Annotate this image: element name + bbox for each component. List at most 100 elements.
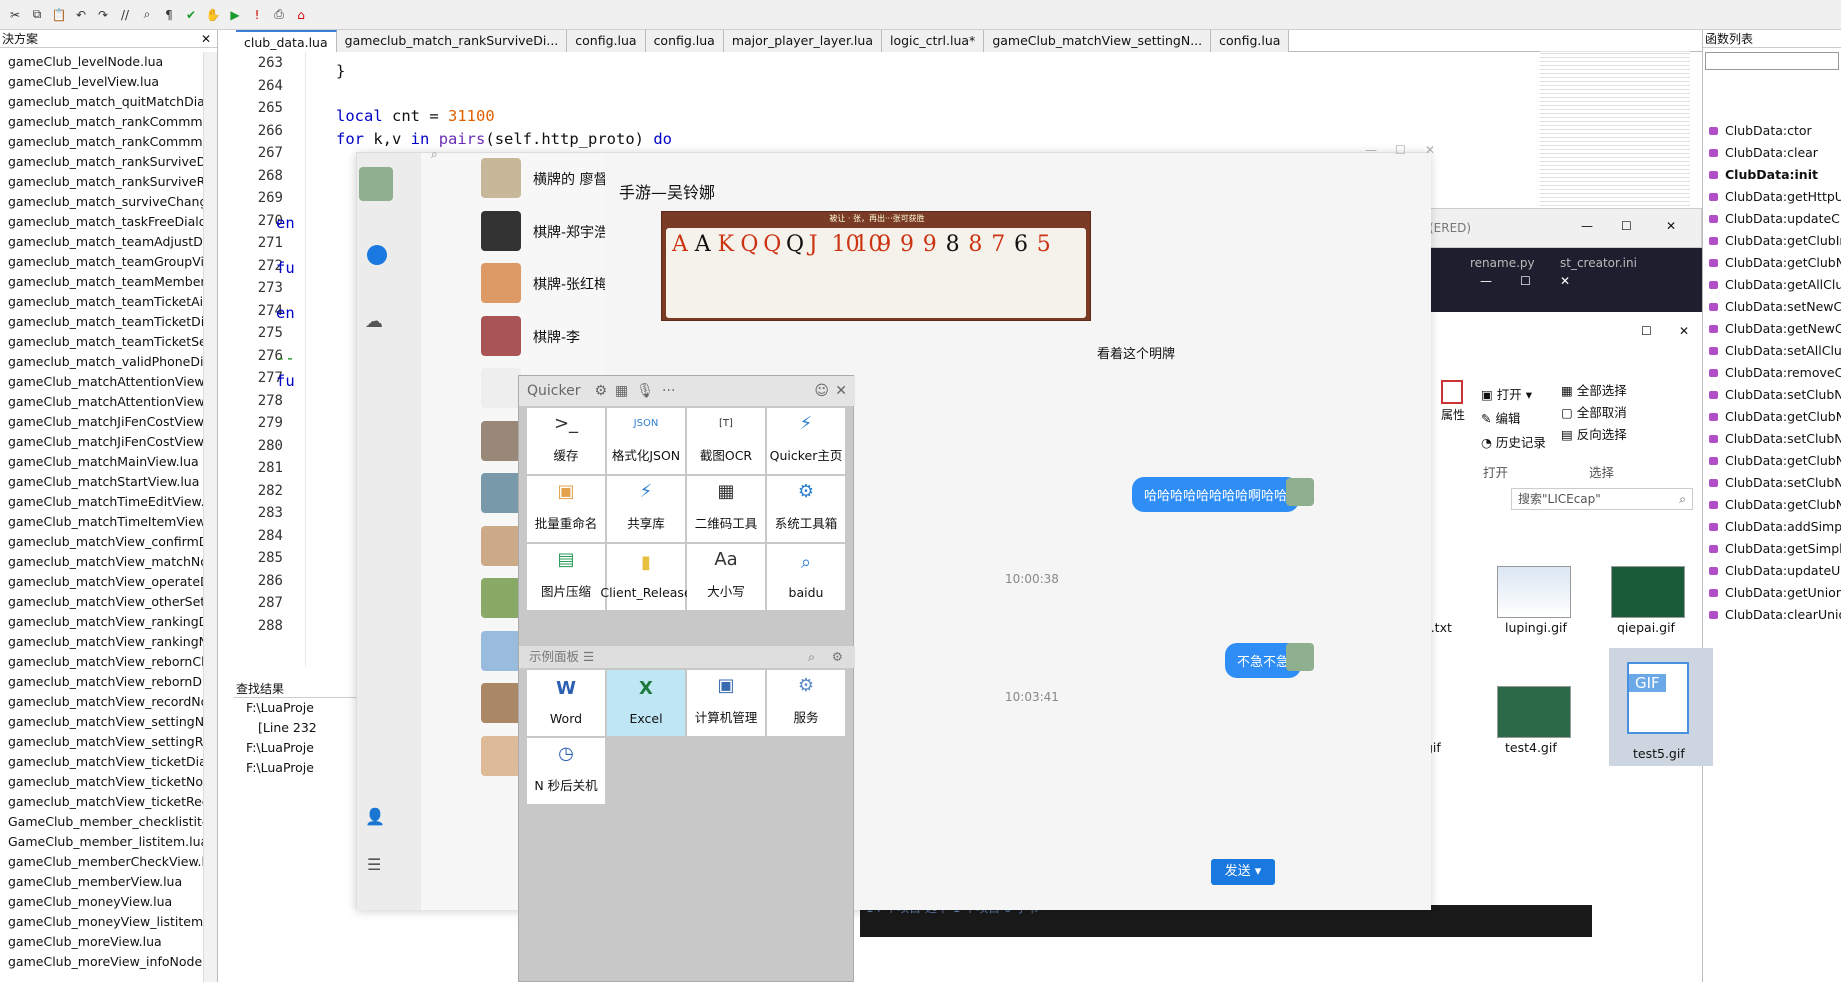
function-item[interactable]: ClubData:setClubNo xyxy=(1703,384,1841,406)
settings-icon[interactable]: ⚙ xyxy=(832,646,843,668)
minimize-icon[interactable]: — xyxy=(1581,219,1593,233)
minimize-icon[interactable]: — xyxy=(1365,143,1377,157)
search-input[interactable]: 搜索"LICEcap" ⌕ xyxy=(1511,488,1693,510)
function-item[interactable]: ClubData:getClubNo xyxy=(1703,406,1841,428)
file-item[interactable]: gameClub_memberCheckView.lua xyxy=(0,852,214,872)
select-all-button[interactable]: ▦ 全部选择 xyxy=(1561,380,1627,399)
gear-icon[interactable]: ⚙ xyxy=(594,383,607,399)
file-item[interactable]: gameclub_matchView_settingRecor xyxy=(0,732,214,752)
quicker-action[interactable]: ⚙ 服务 xyxy=(767,670,845,736)
file-item[interactable]: gameclub_match_teamAdjustDialog xyxy=(0,232,214,252)
send-button[interactable]: 发送 ▾ xyxy=(1211,859,1275,885)
code-minimap[interactable] xyxy=(1540,50,1690,210)
editor-tab[interactable]: config.lua xyxy=(1211,30,1290,52)
file-item[interactable]: gameClub_moneyView.lua xyxy=(0,892,214,912)
function-item[interactable]: ClubData:setNewClu xyxy=(1703,296,1841,318)
select-none-button[interactable]: ▢ 全部取消 xyxy=(1561,402,1627,421)
file-item[interactable]: gameClub_memberView.lua xyxy=(0,872,214,892)
file-thumbnail[interactable] xyxy=(1611,566,1685,618)
user-icon[interactable]: ☺ xyxy=(814,383,829,399)
editor-tab[interactable]: config.lua xyxy=(567,30,646,52)
function-item[interactable]: ClubData:setAllClubI xyxy=(1703,340,1841,362)
editor-tab[interactable]: config.lua xyxy=(645,30,724,52)
editor-tab[interactable]: logic_ctrl.lua* xyxy=(881,30,985,52)
maximize-icon[interactable]: ☐ xyxy=(1621,219,1632,233)
file-item[interactable]: gameClub_matchTimeEditView.lua xyxy=(0,492,214,512)
game-screenshot[interactable]: 被让 · 张，再出···张可获胜 A A K Q Q Q J 10 10 9 9 9 8 8 7 6 5 xyxy=(661,211,1091,321)
check-icon[interactable]: ✔ xyxy=(182,6,200,24)
function-item[interactable]: ClubData:getClubNo xyxy=(1703,450,1841,472)
file-item[interactable]: gameclub_match_rankCommmitVie xyxy=(0,132,214,152)
file-item[interactable]: gameclub_match_teamTicketDialog xyxy=(0,312,214,332)
file-item[interactable]: gameclub_match_rankCommmitDia xyxy=(0,112,214,132)
print-icon[interactable]: ⎙ xyxy=(270,6,288,24)
message-bubble[interactable]: 哈哈哈哈哈哈哈哈啊哈哈 xyxy=(1132,477,1300,512)
file-item[interactable]: gameclub_match_teamGroupView.lu xyxy=(0,252,214,272)
file-item[interactable]: gameclub_match_rankSurviveDialog xyxy=(0,152,214,172)
avatar[interactable] xyxy=(359,167,393,201)
avatar[interactable] xyxy=(1286,643,1314,671)
invert-selection-button[interactable]: ▤ 反向选择 xyxy=(1561,424,1627,443)
quicker-action[interactable]: ⚡ 共享库 xyxy=(607,476,685,542)
quicker-action[interactable]: [T] 截图OCR xyxy=(687,408,765,474)
file-item[interactable]: GameClub_member_checklistitem.lu xyxy=(0,812,214,832)
file-item[interactable]: gameclub_matchView_confirmDialo xyxy=(0,532,214,552)
contacts-icon[interactable]: 👤 xyxy=(365,807,385,826)
editor-tab[interactable]: club_data.lua xyxy=(236,30,337,52)
file-item[interactable]: gameclub_matchView_operateDialc xyxy=(0,572,214,592)
file-item[interactable]: gameClub_levelNode.lua xyxy=(0,52,214,72)
file-item[interactable]: gameClub_matchMainView.lua xyxy=(0,452,214,472)
function-item[interactable]: ClubData:init xyxy=(1703,164,1841,186)
quicker-action[interactable]: X Excel xyxy=(607,670,685,736)
file-item[interactable]: gameclub_match_teamMemberView xyxy=(0,272,214,292)
file-item[interactable]: gameclub_match_rankSurviveRecor xyxy=(0,172,214,192)
qr-icon[interactable]: ▦ xyxy=(615,383,628,399)
more-icon[interactable]: ··· xyxy=(662,383,675,399)
message-icon[interactable] xyxy=(367,245,387,265)
file-item[interactable]: gameclub_matchView_ticketNode.lu xyxy=(0,772,214,792)
file-item[interactable]: gameClub_matchJiFenCostView.lua xyxy=(0,412,214,432)
file-name[interactable]: test4.gif xyxy=(1505,740,1557,755)
open-button[interactable]: ▣ 打开 ▾ xyxy=(1481,384,1532,403)
stop-icon[interactable]: ! xyxy=(248,6,266,24)
scrollbar[interactable] xyxy=(203,52,217,982)
function-item[interactable]: ClubData:getClubNu xyxy=(1703,252,1841,274)
file-name[interactable]: lupingi.gif xyxy=(1505,620,1567,635)
quicker-action[interactable]: >_ 缓存 xyxy=(527,408,605,474)
function-item[interactable]: ClubData:getNewClu xyxy=(1703,318,1841,340)
file-item[interactable]: gameclub_matchView_ticketRecord xyxy=(0,792,214,812)
function-item[interactable]: ClubData:getClubNo xyxy=(1703,494,1841,516)
quicker-action[interactable]: JSON 格式化JSON xyxy=(607,408,685,474)
editor-tab[interactable]: gameClub_matchView_settingN... xyxy=(984,30,1212,52)
home-icon[interactable]: ⌂ xyxy=(292,6,310,24)
file-item[interactable]: gameclub_matchView_settingNode xyxy=(0,712,214,732)
function-item[interactable]: ClubData:setClubNo xyxy=(1703,472,1841,494)
cloud-icon[interactable]: ☁ xyxy=(365,311,383,332)
file-item[interactable]: gameClub_moreView_infoNode.lua xyxy=(0,952,214,972)
search-icon[interactable]: ⌕ xyxy=(808,646,815,668)
function-item[interactable]: ClubData:clear xyxy=(1703,142,1841,164)
function-item[interactable]: ClubData:updateUni xyxy=(1703,560,1841,582)
avatar[interactable] xyxy=(1286,478,1314,506)
hand-icon[interactable]: ✋ xyxy=(204,6,222,24)
quicker-action[interactable]: ▣ 批量重命名 xyxy=(527,476,605,542)
quicker-action[interactable]: ▣ 计算机管理 xyxy=(687,670,765,736)
close-icon[interactable]: ✕ xyxy=(1679,324,1689,338)
editor-tab[interactable]: gameclub_match_rankSurviveDi... xyxy=(336,30,568,52)
bookmark-icon[interactable]: ¶ xyxy=(160,6,178,24)
function-item[interactable]: ClubData:removeClu xyxy=(1703,362,1841,384)
edit-button[interactable]: ✎ 编辑 xyxy=(1481,408,1520,427)
file-item[interactable]: gameclub_matchView_rebornDialo xyxy=(0,672,214,692)
maximize-icon[interactable]: ☐ xyxy=(1641,324,1652,338)
mic-icon[interactable]: 🎙 xyxy=(636,383,654,399)
function-item[interactable]: ClubData:clearUnion xyxy=(1703,604,1841,626)
file-item[interactable]: gameclub_matchView_matchNotifyD xyxy=(0,552,214,572)
close-icon[interactable]: ✕ xyxy=(1560,274,1570,288)
function-item[interactable]: ClubData:getAllClub xyxy=(1703,274,1841,296)
file-thumbnail[interactable] xyxy=(1497,566,1571,618)
function-filter-input[interactable] xyxy=(1705,52,1839,70)
menu-icon[interactable]: ☰ xyxy=(367,855,381,874)
file-item[interactable]: gameClub_moreView.lua xyxy=(0,932,214,952)
file-item[interactable]: gameclub_match_taskFreeDialog.lu xyxy=(0,212,214,232)
file-item[interactable]: gameclub_matchView_rankingDeta xyxy=(0,612,214,632)
